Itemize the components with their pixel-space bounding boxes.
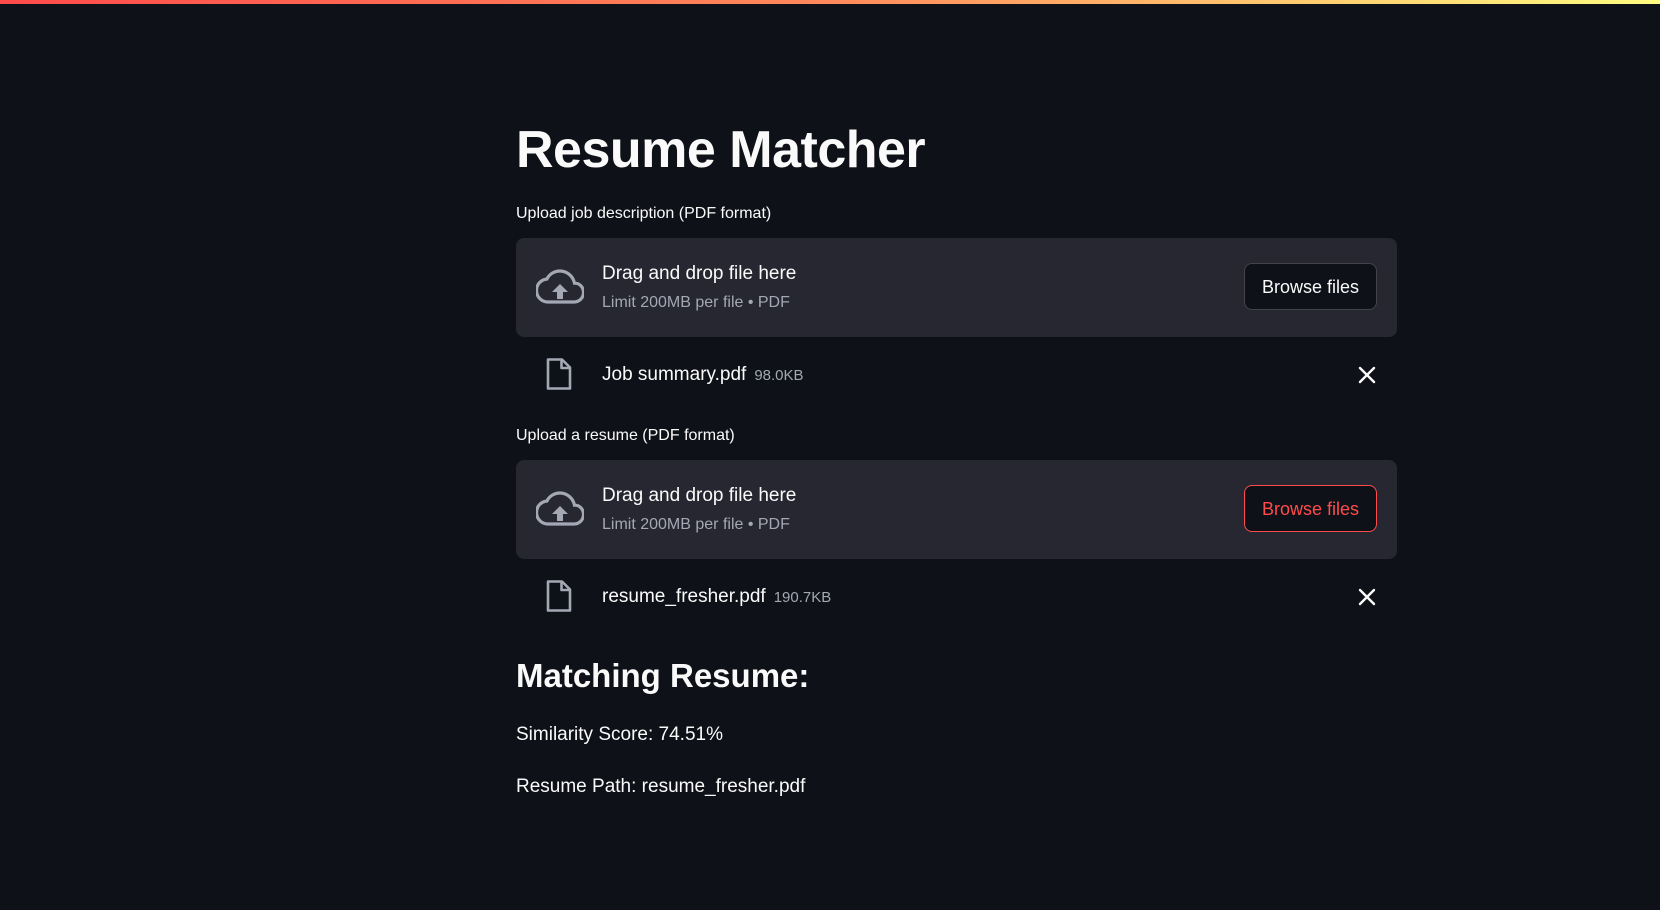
close-icon[interactable] — [1355, 585, 1379, 609]
job-description-upload-label: Upload job description (PDF format) — [516, 205, 772, 222]
dropzone-title: Drag and drop file here — [602, 263, 797, 284]
dropzone-limit-text: Limit 200MB per file • PDF — [602, 516, 790, 533]
browse-files-button[interactable]: Browse files — [1244, 263, 1377, 310]
dropzone-title: Drag and drop file here — [602, 485, 797, 506]
resume-upload-label: Upload a resume (PDF format) — [516, 427, 735, 444]
file-icon — [546, 580, 572, 612]
dropzone-limit-text: Limit 200MB per file • PDF — [602, 294, 790, 311]
file-size: 98.0KB — [754, 367, 804, 384]
close-icon[interactable] — [1355, 363, 1379, 387]
resume-dropzone[interactable]: Drag and drop file here Limit 200MB per … — [516, 460, 1397, 559]
uploaded-file-row: Job summary.pdf 98.0KB — [516, 353, 1397, 397]
similarity-score-text: Similarity Score: 74.51% — [516, 724, 723, 745]
cloud-upload-icon — [536, 491, 584, 526]
uploaded-file-name: Job summary.pdf 98.0KB — [602, 363, 804, 388]
matching-resume-heading: Matching Resume: — [516, 657, 810, 694]
header-decoration-bar — [0, 0, 1660, 4]
file-name-text: Job summary.pdf — [602, 364, 747, 385]
file-icon — [546, 358, 572, 390]
cloud-upload-icon — [536, 269, 584, 304]
uploaded-file-row: resume_fresher.pdf 190.7KB — [516, 575, 1397, 619]
file-name-text: resume_fresher.pdf — [602, 586, 766, 607]
file-size: 190.7KB — [773, 589, 832, 606]
resume-path-text: Resume Path: resume_fresher.pdf — [516, 776, 806, 797]
uploaded-file-name: resume_fresher.pdf 190.7KB — [602, 585, 831, 610]
browse-files-button[interactable]: Browse files — [1244, 485, 1377, 532]
job-description-dropzone[interactable]: Drag and drop file here Limit 200MB per … — [516, 238, 1397, 337]
page-title: Resume Matcher — [516, 121, 926, 179]
